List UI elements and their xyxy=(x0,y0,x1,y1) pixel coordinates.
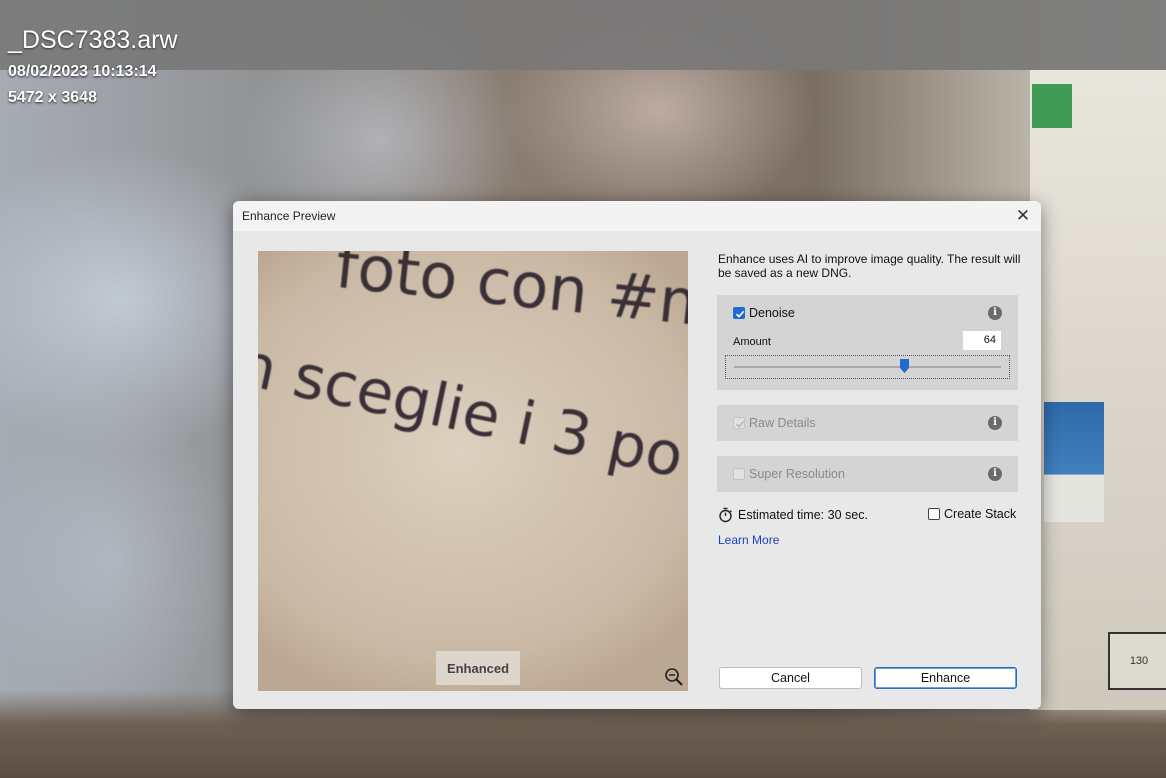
amount-input[interactable]: 64 xyxy=(963,331,1001,350)
package-blue-label xyxy=(1044,402,1104,522)
amount-slider[interactable] xyxy=(725,355,1010,379)
enhance-description: Enhance uses AI to improve image quality… xyxy=(718,252,1021,280)
preview-text-line-1: foto con #m xyxy=(332,251,688,342)
enhanced-badge: Enhanced xyxy=(436,651,520,685)
package-calories: 130 xyxy=(1108,632,1166,690)
dialog-title: Enhance Preview xyxy=(242,209,336,223)
super-resolution-info-icon[interactable]: i xyxy=(988,467,1002,481)
super-resolution-label: Super Resolution xyxy=(749,467,845,481)
close-button[interactable]: ✕ xyxy=(1013,206,1033,226)
create-stack-checkbox[interactable] xyxy=(928,508,940,520)
timer-icon xyxy=(719,507,732,523)
dialog-title-bar[interactable]: Enhance Preview ✕ xyxy=(233,201,1041,231)
enhance-preview-image[interactable]: foto con #m n sceglie i 3 po Enhanced xyxy=(258,251,688,691)
create-stack-label: Create Stack xyxy=(944,507,1017,521)
denoise-checkbox[interactable] xyxy=(733,307,745,319)
cancel-button[interactable]: Cancel xyxy=(719,667,862,689)
raw-details-section: Raw Details i xyxy=(717,405,1018,441)
raw-details-checkbox[interactable] xyxy=(733,417,745,429)
raw-details-info-icon[interactable]: i xyxy=(988,416,1002,430)
photo-dimensions: 5472 x 3648 xyxy=(8,89,97,106)
learn-more-link[interactable]: Learn More xyxy=(718,533,779,547)
zoom-out-icon[interactable] xyxy=(664,667,684,687)
enhance-preview-dialog: Enhance Preview ✕ foto con #m n sceglie … xyxy=(233,201,1041,709)
estimated-time-text: Estimated time: 30 sec. xyxy=(738,508,868,522)
photo-file-name: _DSC7383.arw xyxy=(8,26,178,54)
super-resolution-section: Super Resolution i xyxy=(717,456,1018,492)
preview-text-line-2: n sceglie i 3 po xyxy=(258,329,688,492)
raw-details-label: Raw Details xyxy=(749,416,816,430)
denoise-label: Denoise xyxy=(749,306,795,320)
package-green-label xyxy=(1032,84,1072,128)
amount-label: Amount xyxy=(733,336,771,348)
background-package xyxy=(1030,70,1166,710)
photo-capture-date: 08/02/2023 10:13:14 xyxy=(8,63,157,80)
super-resolution-checkbox[interactable] xyxy=(733,468,745,480)
checkmark-icon xyxy=(735,310,745,318)
enhance-button[interactable]: Enhance xyxy=(874,667,1017,689)
package-calories-text: 130 xyxy=(1129,655,1149,667)
denoise-section: Denoise i Amount 64 xyxy=(717,295,1018,390)
denoise-info-icon[interactable]: i xyxy=(988,306,1002,320)
amount-slider-thumb[interactable] xyxy=(900,359,910,373)
amount-slider-track xyxy=(734,366,1001,368)
checkmark-icon xyxy=(735,420,745,428)
